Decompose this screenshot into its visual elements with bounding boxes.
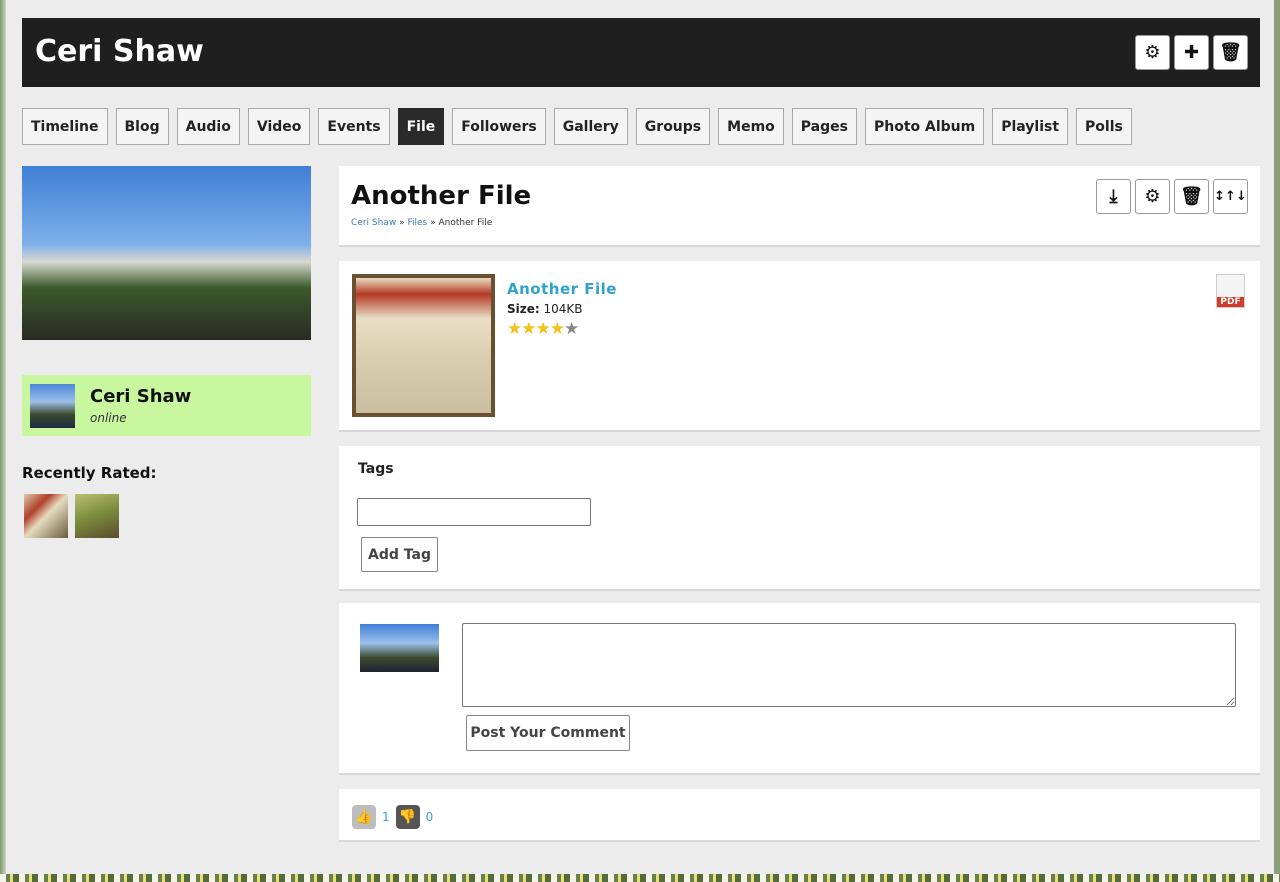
tab-photo-album[interactable]: Photo Album — [864, 108, 985, 145]
file-name[interactable]: Another File — [507, 280, 617, 298]
reactions-panel: 👍 1 👎 0 — [339, 789, 1260, 842]
tags-panel: Tags Add Tag — [339, 446, 1260, 591]
tab-file[interactable]: File — [397, 108, 445, 145]
tab-playlist[interactable]: Playlist — [992, 108, 1069, 145]
sort-icon: ↕↑↓ — [1214, 189, 1247, 204]
star-icon[interactable]: ★ — [536, 319, 551, 339]
download-icon: ⤓ — [1109, 186, 1118, 207]
avatar[interactable] — [30, 383, 75, 428]
gear-icon: ⚙ — [1144, 42, 1161, 63]
tab-followers[interactable]: Followers — [452, 108, 546, 145]
trash-icon: 🗑 — [1219, 42, 1242, 63]
breadcrumb-sep: » — [430, 218, 436, 228]
delete-button[interactable]: 🗑 — [1213, 35, 1248, 70]
thumbs-down-icon[interactable]: 👎 — [395, 805, 420, 829]
tab-video[interactable]: Video — [247, 108, 311, 145]
profile-header: Ceri Shaw ⚙ ✚ 🗑 — [22, 18, 1260, 87]
comment-panel: Post Your Comment — [339, 603, 1260, 775]
tab-pages[interactable]: Pages — [791, 108, 857, 145]
dislike-count: 0 — [425, 810, 434, 824]
download-button[interactable]: ⤓ — [1096, 179, 1131, 214]
recently-rated-thumb[interactable] — [24, 494, 68, 538]
profile-tabs: Timeline Blog Audio Video Events File Fo… — [22, 108, 1132, 145]
tab-events[interactable]: Events — [318, 108, 390, 145]
tab-polls[interactable]: Polls — [1076, 108, 1132, 145]
tab-blog[interactable]: Blog — [115, 108, 169, 145]
breadcrumb-files[interactable]: Files — [407, 218, 427, 228]
post-comment-button[interactable]: Post Your Comment — [466, 715, 630, 751]
file-delete-button[interactable]: 🗑 — [1174, 179, 1209, 214]
size-value: 104KB — [543, 302, 583, 316]
cover-photo[interactable] — [22, 166, 311, 340]
pdf-icon: PDF — [1216, 274, 1245, 308]
plus-icon: ✚ — [1183, 42, 1200, 63]
size-label: Size: — [507, 302, 540, 316]
tab-timeline[interactable]: Timeline — [22, 108, 108, 145]
star-icon[interactable]: ★ — [521, 319, 536, 339]
breadcrumb-current: Another File — [438, 218, 493, 228]
comment-textarea[interactable] — [462, 623, 1236, 707]
background-image — [0, 874, 1280, 882]
breadcrumb: Ceri Shaw » Files » Another File — [351, 218, 492, 228]
commenter-avatar[interactable] — [360, 624, 439, 672]
star-icon[interactable]: ★ — [564, 319, 579, 339]
settings-button[interactable]: ⚙ — [1135, 35, 1170, 70]
file-header-panel: Another File Ceri Shaw » Files » Another… — [339, 166, 1260, 247]
tab-audio[interactable]: Audio — [176, 108, 240, 145]
breadcrumb-sep: » — [399, 218, 405, 228]
breadcrumb-home[interactable]: Ceri Shaw — [351, 218, 396, 228]
file-thumbnail[interactable] — [352, 274, 495, 417]
recently-rated-thumb[interactable] — [75, 494, 119, 538]
pdf-label: PDF — [1217, 297, 1244, 307]
file-settings-button[interactable]: ⚙ — [1135, 179, 1170, 214]
user-card[interactable]: Ceri Shaw online — [22, 375, 311, 436]
rating-stars[interactable]: ★★★★★ — [507, 319, 579, 339]
file-details-panel: Another File Size: 104KB ★★★★★ PDF — [339, 261, 1260, 432]
user-status: online — [90, 411, 127, 425]
tab-gallery[interactable]: Gallery — [553, 108, 628, 145]
add-tag-button[interactable]: Add Tag — [361, 537, 438, 572]
profile-title: Ceri Shaw — [35, 34, 204, 69]
sort-button[interactable]: ↕↑↓ — [1213, 179, 1248, 214]
file-size: Size: 104KB — [507, 302, 583, 316]
like-count: 1 — [382, 810, 390, 824]
star-icon[interactable]: ★ — [507, 319, 522, 339]
gear-icon: ⚙ — [1144, 186, 1161, 207]
tab-groups[interactable]: Groups — [635, 108, 711, 145]
add-button[interactable]: ✚ — [1174, 35, 1209, 70]
thumbs-up-icon[interactable]: 👍 — [352, 805, 376, 829]
user-name[interactable]: Ceri Shaw — [90, 386, 191, 407]
trash-icon: 🗑 — [1180, 186, 1203, 207]
tags-heading: Tags — [358, 461, 394, 477]
page-title: Another File — [351, 181, 532, 211]
recently-rated-heading: Recently Rated: — [22, 464, 157, 482]
tab-memo[interactable]: Memo — [718, 108, 784, 145]
tag-input[interactable] — [357, 498, 591, 526]
star-icon[interactable]: ★ — [550, 319, 565, 339]
